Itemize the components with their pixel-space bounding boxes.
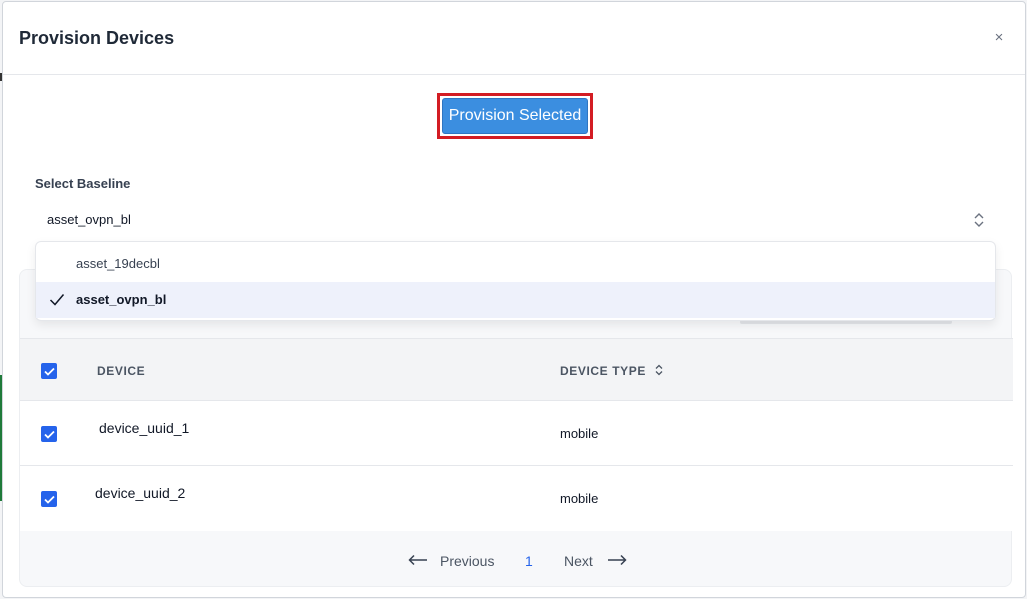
column-header-device-type-label: DEVICE TYPE [560,364,646,378]
close-button[interactable]: × [991,30,1007,46]
arrow-right-icon[interactable] [607,554,627,566]
baseline-dropdown-menu: asset_19decbl asset_ovpn_bl [35,241,996,321]
select-all-checkbox[interactable] [41,363,57,379]
devices-table: DEVICE DEVICE TYPE device_uuid_1 mobile [20,338,1013,531]
modal-header: Provision Devices × [3,2,1025,75]
provision-selected-button[interactable]: Provision Selected [442,98,588,134]
row-checkbox[interactable] [41,426,57,442]
device-type: mobile [560,491,599,506]
baseline-option-label: asset_ovpn_bl [76,292,167,307]
baseline-option[interactable]: asset_19decbl [36,246,995,282]
select-baseline-label: Select Baseline [35,176,131,191]
pagination: Previous 1 Next [20,531,1011,588]
check-icon [43,430,55,439]
checkmark-icon [49,294,65,306]
baseline-select[interactable]: asset_ovpn_bl [35,202,996,238]
provision-devices-modal: Provision Devices × Provision Selected S… [2,1,1026,598]
device-type: mobile [560,426,599,441]
modal-title: Provision Devices [19,28,175,48]
check-icon [43,495,55,504]
next-page-button[interactable]: Next [564,553,593,569]
row-checkbox[interactable] [41,491,57,507]
baseline-option-selected[interactable]: asset_ovpn_bl [36,282,995,318]
device-name: device_uuid_2 [95,485,186,501]
previous-page-button[interactable]: Previous [440,553,494,569]
page-number-button[interactable]: 1 [525,553,533,569]
check-icon [43,367,55,376]
baseline-option-label: asset_19decbl [76,256,160,271]
column-header-device-type[interactable]: DEVICE TYPE [560,364,664,378]
table-header: DEVICE DEVICE TYPE [20,339,1013,401]
table-row: device_uuid_1 mobile [20,401,1013,466]
device-name: device_uuid_1 [99,420,190,436]
sort-icon[interactable] [654,364,664,376]
column-header-device: DEVICE [97,364,146,378]
table-row: device_uuid_2 mobile [20,466,1013,531]
provision-highlight-frame: Provision Selected [437,93,593,139]
arrow-left-icon[interactable] [408,554,428,566]
baseline-select-value: asset_ovpn_bl [47,212,131,227]
chevron-up-down-icon [974,213,984,227]
